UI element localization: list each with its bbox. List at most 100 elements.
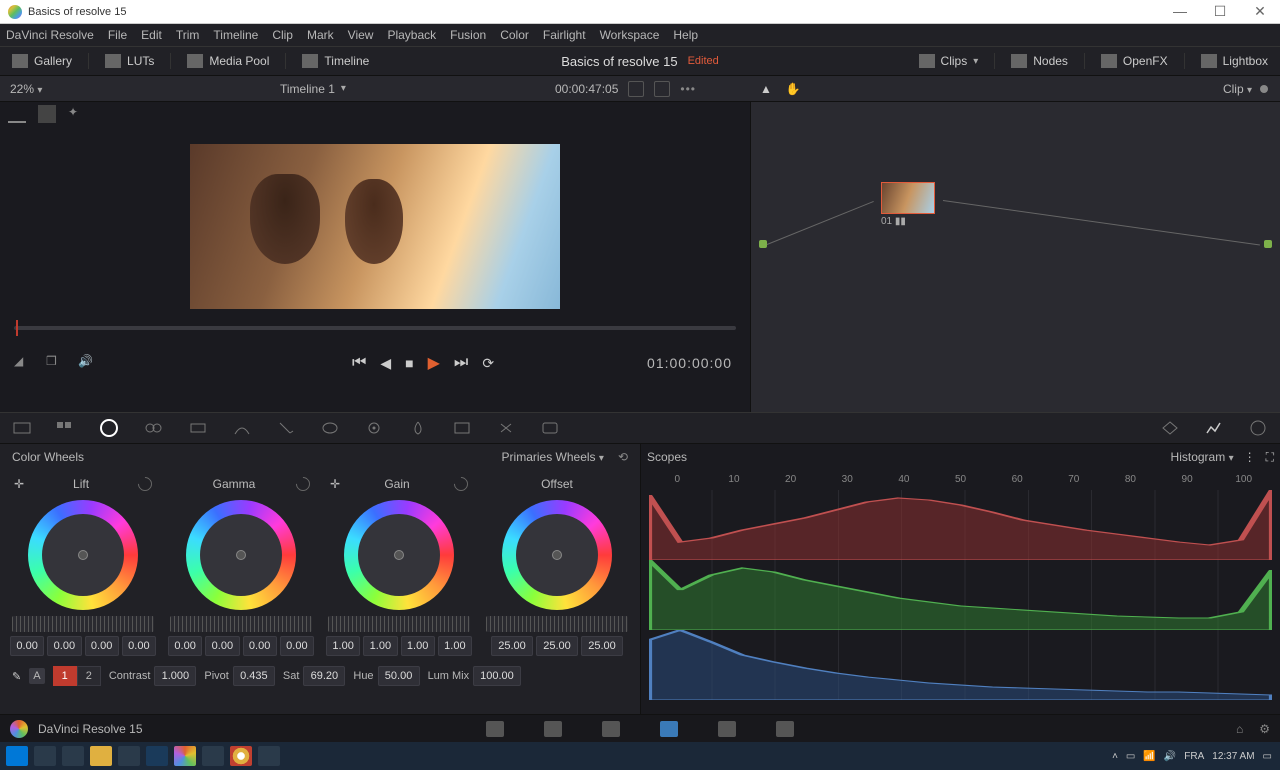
prev-frame-button[interactable]: ◀ — [380, 355, 391, 372]
next-frame-button[interactable]: ⏭ — [454, 354, 468, 372]
timeline-name-dropdown[interactable]: Timeline 1▾ — [280, 82, 346, 96]
gamma-jog[interactable] — [170, 616, 312, 632]
gamma-value-y[interactable]: 0.00 — [168, 636, 202, 656]
explorer-icon[interactable] — [90, 746, 112, 766]
gain-jog[interactable] — [328, 616, 470, 632]
app-icon-2[interactable] — [202, 746, 224, 766]
menu-mark[interactable]: Mark — [307, 28, 334, 42]
lift-value-r[interactable]: 0.00 — [47, 636, 81, 656]
info-icon[interactable] — [1248, 419, 1268, 437]
wheel-center-handle[interactable] — [78, 550, 88, 560]
window-icon[interactable] — [320, 419, 340, 437]
app-icon-3[interactable] — [258, 746, 280, 766]
node-input-connector[interactable] — [759, 240, 767, 248]
menu-trim[interactable]: Trim — [176, 28, 200, 42]
lift-jog[interactable] — [12, 616, 154, 632]
close-button[interactable]: ✕ — [1240, 3, 1280, 20]
awb-icon[interactable]: A — [29, 668, 44, 684]
maximize-button[interactable]: ☐ — [1200, 3, 1240, 20]
curves-icon[interactable] — [232, 419, 252, 437]
menu-fairlight[interactable]: Fairlight — [543, 28, 586, 42]
gamma-value-r[interactable]: 0.00 — [205, 636, 239, 656]
balance-icon[interactable]: ✛ — [330, 477, 340, 491]
contrast-value[interactable]: 1.000 — [154, 666, 196, 686]
hand-tool-icon[interactable]: ✋ — [786, 82, 801, 96]
loop-icon[interactable] — [628, 81, 644, 97]
tray-volume-icon[interactable]: 🔊 — [1164, 751, 1176, 762]
wheel-center-handle[interactable] — [236, 550, 246, 560]
menu-color[interactable]: Color — [500, 28, 529, 42]
audio-icon[interactable]: 🔊 — [78, 354, 96, 372]
taskview-icon[interactable] — [62, 746, 84, 766]
tray-time[interactable]: 12:37 AM — [1212, 751, 1254, 762]
key-icon[interactable] — [452, 419, 472, 437]
timeline-button[interactable]: Timeline — [290, 47, 381, 75]
gain-value-r[interactable]: 1.00 — [363, 636, 397, 656]
offset-value-g[interactable]: 25.00 — [536, 636, 578, 656]
page-segment[interactable]: 1 2 — [53, 666, 101, 686]
offset-value-r[interactable]: 25.00 — [491, 636, 533, 656]
hue-value[interactable]: 50.00 — [378, 666, 420, 686]
menu-timeline[interactable]: Timeline — [213, 28, 258, 42]
gamma-value-g[interactable]: 0.00 — [243, 636, 277, 656]
blur-icon[interactable] — [408, 419, 428, 437]
more-icon[interactable]: ••• — [680, 82, 696, 96]
project-settings-icon[interactable]: ⚙ — [1259, 722, 1270, 736]
lift-value-g[interactable]: 0.00 — [85, 636, 119, 656]
scopes-expand-icon[interactable]: ⛶ — [1266, 450, 1274, 465]
tray-notifications-icon[interactable]: ▭ — [1263, 751, 1272, 762]
gain-reset-icon[interactable] — [451, 474, 471, 494]
lightbox-button[interactable]: Lightbox — [1189, 47, 1280, 75]
edit-page-icon[interactable] — [544, 721, 562, 737]
gamma-value-b[interactable]: 0.00 — [280, 636, 314, 656]
node-editor[interactable]: 01 ▮▮ — [750, 102, 1280, 412]
scopes-mode-dropdown[interactable]: Histogram ▾ — [1171, 450, 1234, 464]
fusion-page-icon[interactable] — [602, 721, 620, 737]
start-button[interactable] — [6, 746, 28, 766]
lummix-value[interactable]: 100.00 — [473, 666, 521, 686]
gain-value-y[interactable]: 1.00 — [326, 636, 360, 656]
menu-fusion[interactable]: Fusion — [450, 28, 486, 42]
motion-effects-icon[interactable] — [188, 419, 208, 437]
panel-reset-icon[interactable]: ⟲ — [618, 450, 628, 464]
menu-help[interactable]: Help — [673, 28, 698, 42]
resolve-taskbar-icon[interactable] — [174, 746, 196, 766]
nodes-button[interactable]: Nodes — [999, 47, 1080, 75]
clip-dropdown[interactable]: Clip ▾ — [1223, 82, 1252, 96]
playhead[interactable] — [16, 320, 18, 336]
gamma-color-wheel[interactable] — [186, 500, 296, 610]
split-icon[interactable] — [38, 105, 56, 123]
qualifier-icon[interactable] — [276, 419, 296, 437]
play-button[interactable]: ▶ — [428, 353, 440, 373]
scopes-icon[interactable] — [1204, 419, 1224, 437]
node-output-connector[interactable] — [1264, 240, 1272, 248]
gain-color-wheel[interactable] — [344, 500, 454, 610]
page-1[interactable]: 1 — [53, 666, 77, 686]
stereo-3d-icon[interactable] — [540, 419, 560, 437]
media-pool-button[interactable]: Media Pool — [175, 47, 281, 75]
primaries-mode-dropdown[interactable]: Primaries Wheels ▾ — [502, 450, 604, 464]
menu-edit[interactable]: Edit — [141, 28, 162, 42]
menu-playback[interactable]: Playback — [387, 28, 436, 42]
offset-color-wheel[interactable] — [502, 500, 612, 610]
menu-clip[interactable]: Clip — [272, 28, 293, 42]
first-frame-button[interactable]: ⏮ — [352, 354, 366, 372]
color-page-icon[interactable] — [660, 721, 678, 737]
fairlight-page-icon[interactable] — [718, 721, 736, 737]
page-2[interactable]: 2 — [77, 666, 101, 686]
color-node[interactable]: 01 ▮▮ — [881, 182, 941, 227]
menu-davinci[interactable]: DaVinci Resolve — [6, 28, 94, 42]
lift-color-wheel[interactable] — [28, 500, 138, 610]
home-icon[interactable]: ⌂ — [1236, 722, 1243, 736]
camera-raw-icon[interactable] — [12, 419, 32, 437]
expand-icon[interactable] — [654, 81, 670, 97]
lift-reset-icon[interactable] — [135, 474, 155, 494]
viewer-scrubber[interactable] — [14, 326, 736, 330]
pivot-value[interactable]: 0.435 — [233, 666, 275, 686]
menu-file[interactable]: File — [108, 28, 127, 42]
zoom-dropdown[interactable]: 22% ▾ — [0, 82, 42, 96]
app-icon-1[interactable] — [118, 746, 140, 766]
openfx-button[interactable]: OpenFX — [1089, 47, 1180, 75]
sat-value[interactable]: 69.20 — [303, 666, 345, 686]
media-page-icon[interactable] — [486, 721, 504, 737]
